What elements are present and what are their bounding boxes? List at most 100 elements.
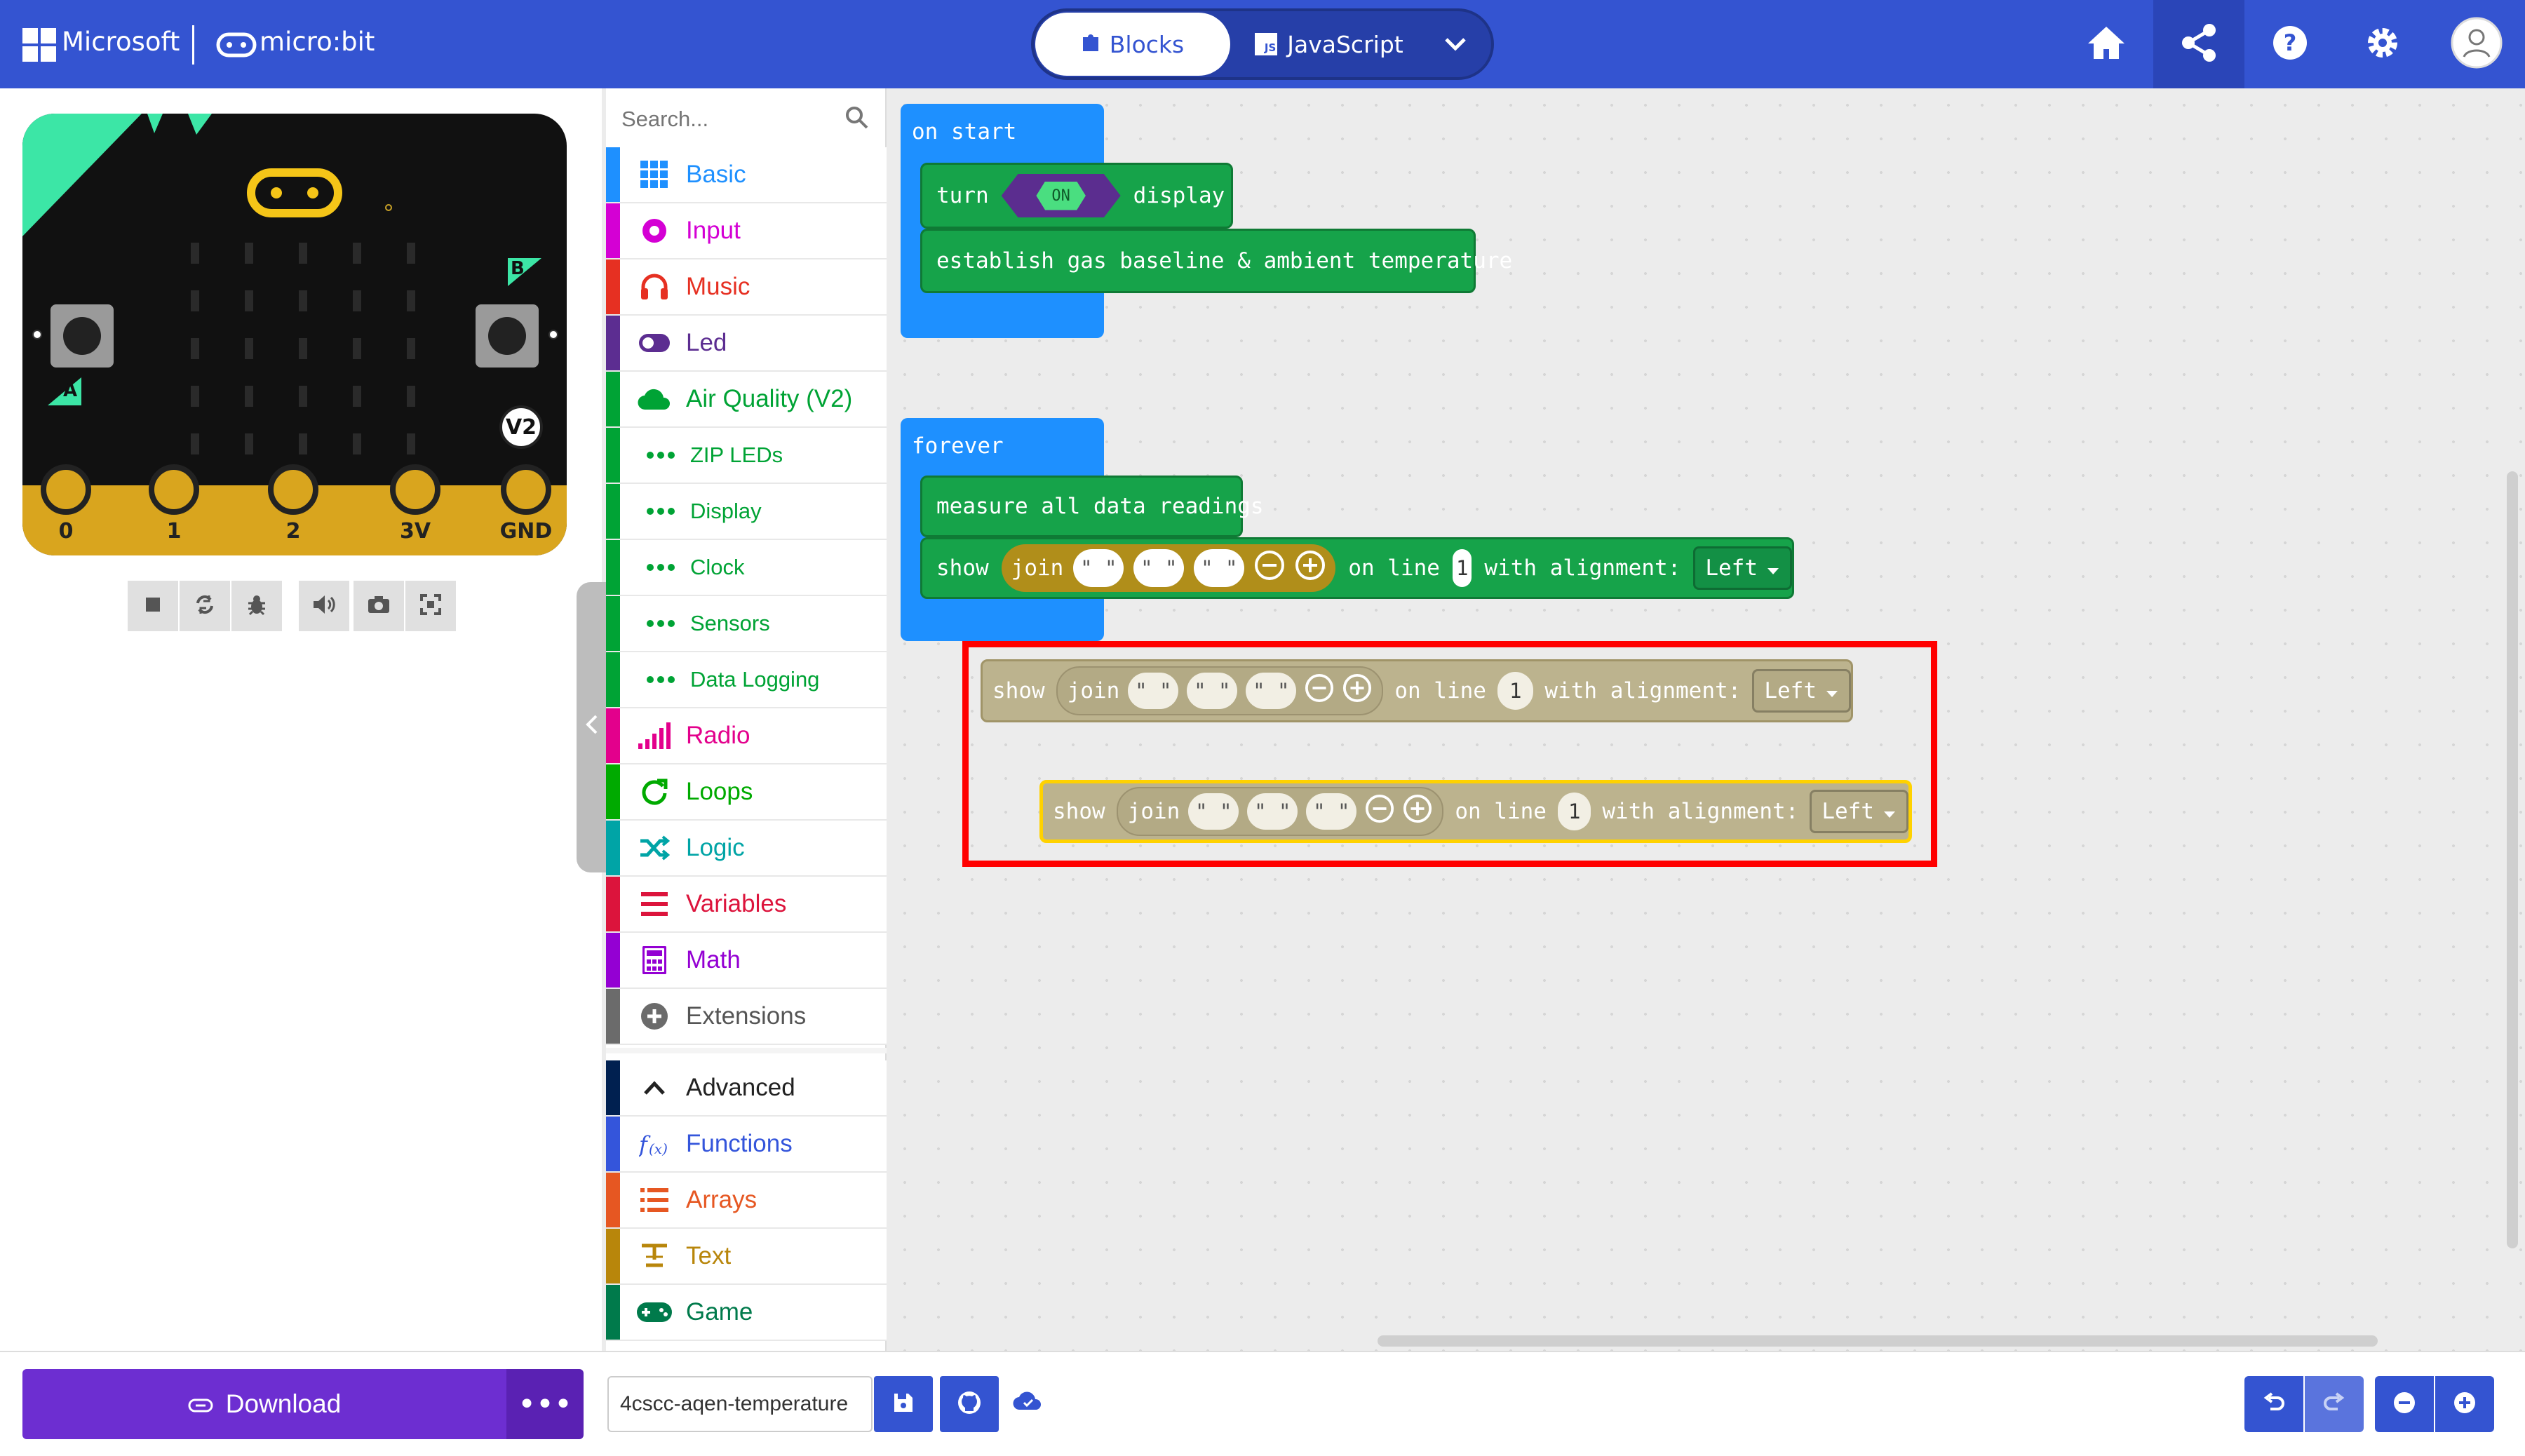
home-button[interactable] <box>2061 0 2152 88</box>
collapse-simulator-button[interactable] <box>577 582 607 872</box>
alignment-dropdown[interactable]: Left <box>1693 546 1792 590</box>
debug-button[interactable] <box>231 581 282 631</box>
plus-circle-icon <box>634 1002 675 1030</box>
string-input[interactable]: " " <box>1247 793 1298 830</box>
more-options-button[interactable]: ••• <box>506 1369 584 1439</box>
horizontal-scrollbar[interactable] <box>1378 1335 2378 1347</box>
category-radio[interactable]: Radio <box>606 708 887 764</box>
mute-button[interactable] <box>299 581 349 631</box>
help-button[interactable]: ? <box>2244 0 2336 88</box>
category-advanced[interactable]: Advanced <box>606 1060 887 1117</box>
user-avatar-button[interactable] <box>2431 0 2522 88</box>
string-input[interactable]: " " <box>1133 549 1185 587</box>
grid-icon <box>634 161 675 189</box>
subcategory-clock[interactable]: Clock <box>606 540 887 596</box>
subcategory-data-logging[interactable]: Data Logging <box>606 652 887 708</box>
pin-3v[interactable]: 3V <box>387 464 443 555</box>
subcategory-zip-leds[interactable]: ZIP LEDs <box>606 428 887 484</box>
dots-icon <box>647 508 675 515</box>
string-input[interactable]: " " <box>1073 549 1124 587</box>
link-icon <box>188 1389 213 1419</box>
join-block[interactable]: join " " " " " " <box>1116 787 1444 836</box>
blocks-workspace[interactable]: on start turn ON display establish gas b… <box>888 88 2525 1351</box>
subcategory-sensors[interactable]: Sensors <box>606 596 887 652</box>
tab-javascript[interactable]: JS JavaScript <box>1241 13 1417 76</box>
pin-2[interactable]: 2 <box>268 464 318 555</box>
minus-circle-icon[interactable] <box>1305 673 1334 708</box>
show-text-block-selected[interactable]: show join " " " " " " on line 1 with ali… <box>1039 780 1912 843</box>
pin-gnd[interactable]: GND <box>492 464 560 555</box>
minus-circle-icon[interactable] <box>1254 550 1285 586</box>
plus-circle-icon[interactable] <box>1403 794 1432 829</box>
string-input[interactable]: " " <box>1246 673 1297 709</box>
plus-circle-icon[interactable] <box>1342 673 1372 708</box>
show-text-block-disabled[interactable]: show join " " " " " " on line 1 with ali… <box>981 659 1853 722</box>
screenshot-button[interactable] <box>354 581 404 631</box>
vertical-scrollbar[interactable] <box>2507 471 2518 1248</box>
cloud-sync-icon[interactable] <box>1013 1390 1044 1414</box>
zoom-out-button[interactable] <box>2375 1376 2434 1432</box>
pin-1[interactable]: 1 <box>149 464 199 555</box>
download-button[interactable]: Download <box>22 1369 506 1439</box>
button-b[interactable] <box>476 304 539 368</box>
category-loops[interactable]: Loops <box>606 764 887 821</box>
fullscreen-button[interactable] <box>405 581 456 631</box>
plus-circle-icon[interactable] <box>1295 550 1326 586</box>
search-icon[interactable] <box>844 105 870 133</box>
join-block[interactable]: join " " " " " " <box>1001 544 1336 592</box>
settings-button[interactable] <box>2337 0 2428 88</box>
category-led[interactable]: Led <box>606 316 887 372</box>
restart-button[interactable] <box>180 581 230 631</box>
category-game[interactable]: Game <box>606 1285 887 1341</box>
minus-circle-icon[interactable] <box>1365 794 1394 829</box>
category-input[interactable]: Input <box>606 203 887 259</box>
line-number-input[interactable]: 1 <box>1557 793 1591 830</box>
string-input[interactable]: " " <box>1188 793 1239 830</box>
category-functions[interactable]: f (x) Functions <box>606 1117 887 1173</box>
category-arrays[interactable]: Arrays <box>606 1173 887 1229</box>
pin-0[interactable]: 0 <box>41 464 91 555</box>
category-music[interactable]: Music <box>606 259 887 316</box>
category-basic[interactable]: Basic <box>606 147 887 203</box>
string-input[interactable]: " " <box>1187 673 1238 709</box>
category-logic[interactable]: Logic <box>606 821 887 877</box>
chevron-down-icon[interactable] <box>1424 13 1487 76</box>
microsoft-brand[interactable]: Microsoft <box>62 27 180 57</box>
stop-button[interactable] <box>128 581 178 631</box>
establish-baseline-block[interactable]: establish gas baseline & ambient tempera… <box>920 229 1512 293</box>
category-extensions[interactable]: Extensions <box>606 989 887 1045</box>
share-button[interactable] <box>2153 0 2244 88</box>
redo-button[interactable] <box>2305 1376 2364 1432</box>
github-button[interactable] <box>940 1376 999 1432</box>
subcategory-display[interactable]: Display <box>606 484 887 540</box>
save-button[interactable] <box>874 1376 933 1432</box>
microbit-brand[interactable]: micro:bit <box>260 27 375 57</box>
microbit-simulator[interactable]: A B V2 0 1 2 3V GND <box>22 114 567 555</box>
join-block[interactable]: join " " " " " " <box>1056 666 1384 715</box>
alignment-dropdown[interactable]: Left <box>1752 669 1851 713</box>
category-air-quality[interactable]: Air Quality (V2) <box>606 372 887 428</box>
category-text[interactable]: Text <box>606 1229 887 1285</box>
line-number-input[interactable]: 1 <box>1452 549 1472 587</box>
on-off-toggle[interactable]: ON <box>1001 174 1121 217</box>
alignment-dropdown[interactable]: Left <box>1810 790 1908 833</box>
string-input[interactable]: " " <box>1128 673 1179 709</box>
search-input[interactable] <box>620 98 830 140</box>
calculator-icon <box>634 946 675 974</box>
tab-blocks[interactable]: Blocks <box>1035 13 1230 76</box>
category-variables[interactable]: Variables <box>606 877 887 933</box>
line-number-input[interactable]: 1 <box>1497 672 1534 710</box>
category-math[interactable]: Math <box>606 933 887 989</box>
turn-display-block[interactable]: turn ON display <box>920 163 1233 229</box>
zoom-in-button[interactable] <box>2435 1376 2494 1432</box>
undo-button[interactable] <box>2244 1376 2303 1432</box>
string-input[interactable]: " " <box>1306 793 1357 830</box>
measure-readings-block[interactable]: measure all data readings <box>920 476 1264 537</box>
button-a[interactable] <box>50 304 114 368</box>
button-a-label: A <box>48 377 81 405</box>
project-name-input[interactable] <box>607 1376 873 1432</box>
on-toggle-value: ON <box>1036 181 1086 210</box>
show-text-block[interactable]: show join " " " " " " on line 1 with ali… <box>920 537 1794 599</box>
string-input[interactable]: " " <box>1194 549 1245 587</box>
show-label: show <box>936 555 989 581</box>
